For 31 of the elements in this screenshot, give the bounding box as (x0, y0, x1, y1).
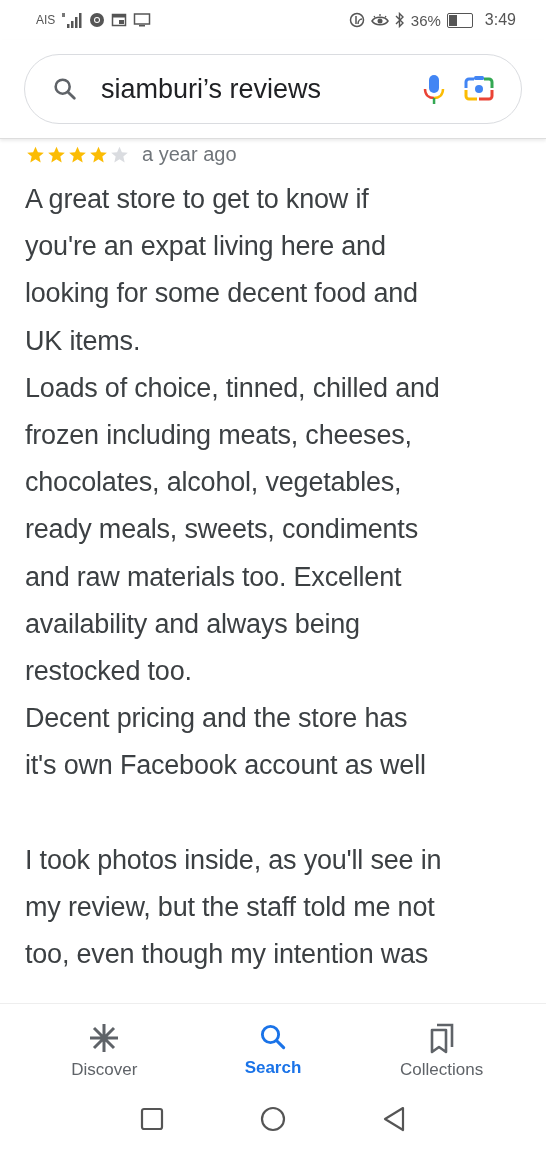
recent-apps-icon[interactable] (140, 1107, 164, 1131)
clock-time: 3:49 (484, 11, 516, 29)
empty-star-icon (109, 144, 130, 165)
asterisk-icon (88, 1022, 121, 1054)
search-icon (51, 75, 79, 103)
search-icon (258, 1022, 288, 1052)
home-icon[interactable] (260, 1106, 286, 1132)
review-paragraph: I took photos inside, as you'll see in my review, but the staff told me not too, even though my intention was (25, 843, 443, 972)
battery-icon (446, 12, 473, 28)
battery-percent: 36% (410, 11, 441, 29)
carrier-name: AIS (36, 13, 56, 27)
filled-star-icon (88, 144, 109, 165)
monitor-icon (133, 12, 152, 28)
nav-tab[interactable]: Collections (366, 1018, 517, 1084)
bookmarks-icon (428, 1022, 455, 1054)
review-paragraph: Loads of choice, tinned, chilled and frozen including meats, cheeses, chocolates, alcohol, vegetables, ready meals, sweets, condiments and raw materials too. Excellent availability and always being restocked too. (25, 371, 441, 689)
camera-icon[interactable] (463, 74, 495, 104)
filled-star-icon (46, 144, 67, 165)
filled-star-icon (67, 144, 88, 165)
review-paragraph: Decent pricing and the store has it's own Facebook account as well (25, 702, 427, 783)
microphone-icon[interactable] (421, 73, 447, 105)
filled-star-icon (25, 144, 46, 165)
eye-icon (370, 13, 389, 27)
calendar-icon (111, 12, 128, 28)
review-paragraph: A great store to get to know if you're an expat living here and looking for some decent food and UK items. (25, 183, 419, 358)
nav-tab[interactable]: Search (198, 1018, 348, 1084)
signal-icon (61, 12, 84, 28)
review-date: a year ago (142, 143, 237, 166)
bluetooth-icon (394, 12, 405, 28)
back-icon[interactable] (382, 1106, 406, 1132)
nav-tab[interactable]: Discover (29, 1018, 180, 1084)
